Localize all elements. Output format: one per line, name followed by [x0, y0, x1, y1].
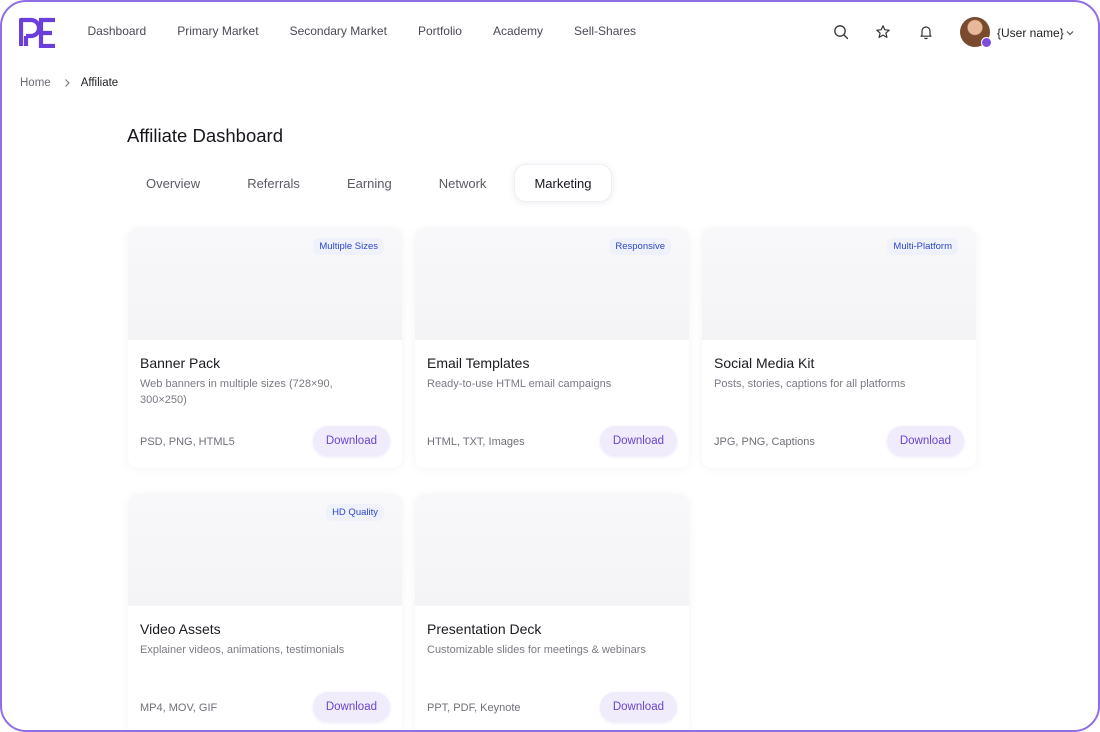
verified-badge-icon	[981, 37, 992, 48]
nav-dashboard[interactable]: Dashboard	[72, 22, 162, 40]
chevron-right-icon	[63, 78, 71, 88]
card-description: Posts, stories, captions for all platfor…	[714, 378, 906, 390]
card-title: Presentation Deck	[427, 621, 542, 637]
card-title: Video Assets	[140, 621, 221, 637]
breadcrumb-current: Affiliate	[80, 77, 119, 89]
tab-referrals[interactable]: Referrals	[228, 164, 319, 202]
search-icon[interactable]	[831, 22, 851, 42]
card-formats: HTML, TXT, Images	[427, 436, 525, 448]
download-button[interactable]: Download	[886, 426, 964, 456]
download-button[interactable]: Download	[599, 692, 677, 722]
brand-logo[interactable]	[19, 16, 57, 48]
card-formats: MP4, MOV, GIF	[140, 702, 218, 714]
asset-card-banner-pack: Multiple Sizes Banner Pack Web banners i…	[128, 228, 402, 468]
card-badge: Multiple Sizes	[313, 238, 384, 255]
app-window: Dashboard Primary Market Secondary Marke…	[0, 0, 1100, 732]
card-formats: JPG, PNG, Captions	[714, 436, 815, 448]
card-badge: HD Quality	[326, 504, 384, 521]
star-icon[interactable]	[873, 22, 893, 42]
card-thumbnail	[415, 494, 689, 606]
bell-icon[interactable]	[916, 22, 936, 42]
tab-marketing[interactable]: Marketing	[514, 164, 612, 202]
asset-card-social-media-kit: Multi-Platform Social Media Kit Posts, s…	[702, 228, 976, 468]
nav-portfolio[interactable]: Portfolio	[402, 22, 477, 40]
avatar[interactable]	[960, 17, 992, 48]
card-formats: PPT, PDF, Keynote	[427, 702, 521, 714]
chevron-down-icon[interactable]	[1064, 26, 1076, 44]
nav-primary-market[interactable]: Primary Market	[162, 22, 274, 40]
breadcrumb: Home Affiliate	[20, 77, 118, 89]
tab-bar: Overview Referrals Earning Network Marke…	[127, 164, 621, 202]
card-description: Explainer videos, animations, testimonia…	[140, 644, 345, 656]
download-button[interactable]: Download	[312, 426, 390, 456]
breadcrumb-home[interactable]: Home	[20, 77, 51, 89]
asset-card-video-assets: HD Quality Video Assets Explainer videos…	[128, 494, 402, 730]
user-name[interactable]: {User name}	[997, 26, 1064, 40]
card-title: Email Templates	[427, 355, 530, 371]
card-formats: PSD, PNG, HTML5	[140, 436, 235, 448]
card-title: Social Media Kit	[714, 355, 815, 371]
download-button[interactable]: Download	[599, 426, 677, 456]
card-badge: Responsive	[609, 238, 671, 255]
nav-sell-shares[interactable]: Sell-Shares	[559, 22, 652, 40]
download-button[interactable]: Download	[312, 692, 390, 722]
card-title: Banner Pack	[140, 355, 221, 371]
tab-earning[interactable]: Earning	[328, 164, 411, 202]
nav-secondary-market[interactable]: Secondary Market	[274, 22, 402, 40]
card-description: Ready-to-use HTML email campaigns	[427, 378, 612, 390]
tab-overview[interactable]: Overview	[127, 164, 219, 202]
top-navigation-bar: Dashboard Primary Market Secondary Marke…	[2, 2, 1098, 64]
asset-card-presentation-deck: Presentation Deck Customizable slides fo…	[415, 494, 689, 730]
card-badge: Multi-Platform	[887, 238, 958, 255]
tab-network[interactable]: Network	[420, 164, 506, 202]
card-description: Customizable slides for meetings & webin…	[427, 644, 646, 656]
asset-card-email-templates: Responsive Email Templates Ready-to-use …	[415, 228, 689, 468]
nav-academy[interactable]: Academy	[477, 22, 558, 40]
main-nav: Dashboard Primary Market Secondary Marke…	[72, 22, 652, 40]
page-title: Affiliate Dashboard	[127, 125, 283, 146]
card-description: Web banners in multiple sizes (728×90, 3…	[140, 378, 333, 406]
